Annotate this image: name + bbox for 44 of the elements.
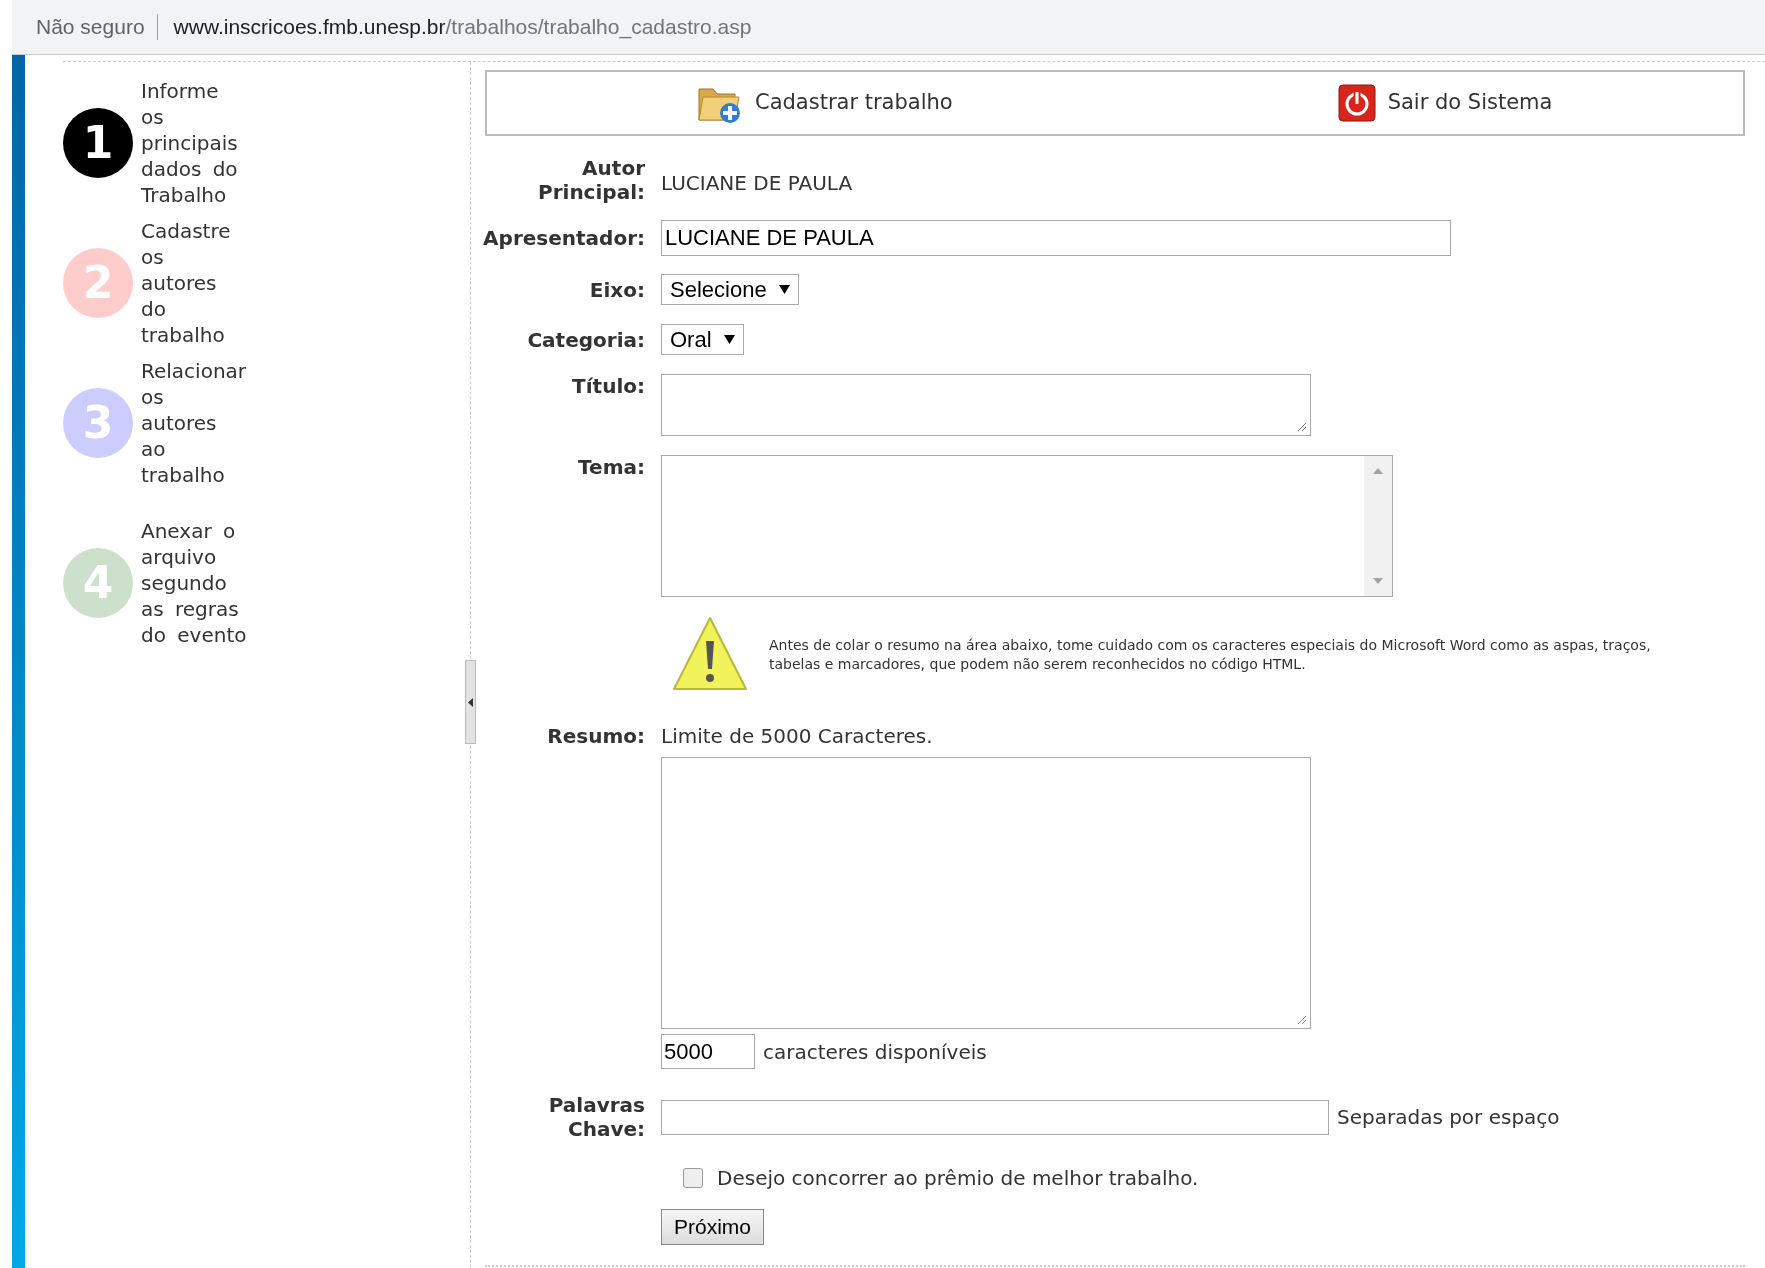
limit-note: Limite de 5000 Caracteres. bbox=[661, 723, 933, 750]
field-label: Apresentador: bbox=[482, 226, 646, 250]
resize-grip-icon bbox=[1295, 420, 1307, 432]
field-label: Título: bbox=[571, 374, 646, 398]
keywords-field[interactable] bbox=[661, 1099, 1329, 1135]
dropdown[interactable]: Oral bbox=[661, 324, 744, 355]
title-field[interactable] bbox=[661, 374, 1311, 436]
field-label: Categoria: bbox=[526, 327, 646, 352]
keywords-hint: Separadas por espaço bbox=[1337, 1104, 1560, 1131]
logout-button[interactable]: Sair do Sistema bbox=[1337, 84, 1553, 122]
warning-text: Antes de colar o resumo na área abaixo, tome cuidado com os caracteres especiais do Microsoft Word como as aspas, traços, tabelas e marcadores, que podem não serem reconhecidos no código HTML. bbox=[769, 636, 1652, 674]
field-label: Autor Principal: bbox=[537, 156, 646, 204]
step-text: Informe os principais dados do Trabalho bbox=[141, 78, 239, 208]
caret-icon bbox=[468, 697, 473, 707]
checkbox[interactable] bbox=[683, 1168, 703, 1188]
step-text: Relacionar os autores ao trabalho bbox=[141, 358, 248, 488]
step-number: 1 bbox=[63, 108, 133, 178]
presenter-field[interactable]: LUCIANE DE PAULA bbox=[661, 220, 1451, 256]
checkbox-label: Desejo concorrer ao prêmio de melhor trabalho. bbox=[717, 1165, 1199, 1192]
caret-icon bbox=[723, 335, 735, 344]
address-bar[interactable]: Não seguro www.inscricoes.fmb.unesp.br/trabalhos/trabalho_cadastro.asp bbox=[12, 0, 1765, 54]
security-status[interactable]: Não seguro bbox=[36, 14, 158, 40]
theme-field[interactable] bbox=[661, 455, 1393, 597]
char-count-field[interactable]: 5000 bbox=[661, 1034, 755, 1069]
caret-icon bbox=[778, 285, 790, 294]
register-work-button[interactable]: Cadastrar trabalho bbox=[697, 81, 953, 125]
scroll-up-icon[interactable] bbox=[1373, 468, 1383, 474]
char-count-label: caracteres disponíveis bbox=[763, 1038, 987, 1066]
power-icon bbox=[1337, 84, 1376, 122]
step-text: Cadastre os autores do trabalho bbox=[141, 218, 232, 348]
field-label: Resumo: bbox=[546, 724, 646, 748]
next-button[interactable]: Próximo bbox=[661, 1209, 765, 1245]
scrollbar[interactable] bbox=[1364, 456, 1392, 596]
field-label: Palavras Chave: bbox=[547, 1093, 646, 1141]
collapse-handle[interactable] bbox=[465, 660, 476, 744]
abstract-field[interactable] bbox=[661, 757, 1311, 1029]
step-text: Anexar o arquivo segundo as regras do evento bbox=[141, 518, 248, 648]
author-name: LUCIANE DE PAULA bbox=[661, 170, 853, 197]
field-label: Tema: bbox=[577, 455, 646, 479]
dropdown[interactable]: Selecione bbox=[661, 274, 799, 305]
resize-grip-icon bbox=[1295, 1013, 1307, 1025]
url-text: www.inscricoes.fmb.unesp.br/trabalhos/trabalho_cadastro.asp bbox=[172, 14, 752, 41]
scroll-down-icon[interactable] bbox=[1373, 578, 1383, 584]
field-label: Eixo: bbox=[588, 277, 646, 302]
